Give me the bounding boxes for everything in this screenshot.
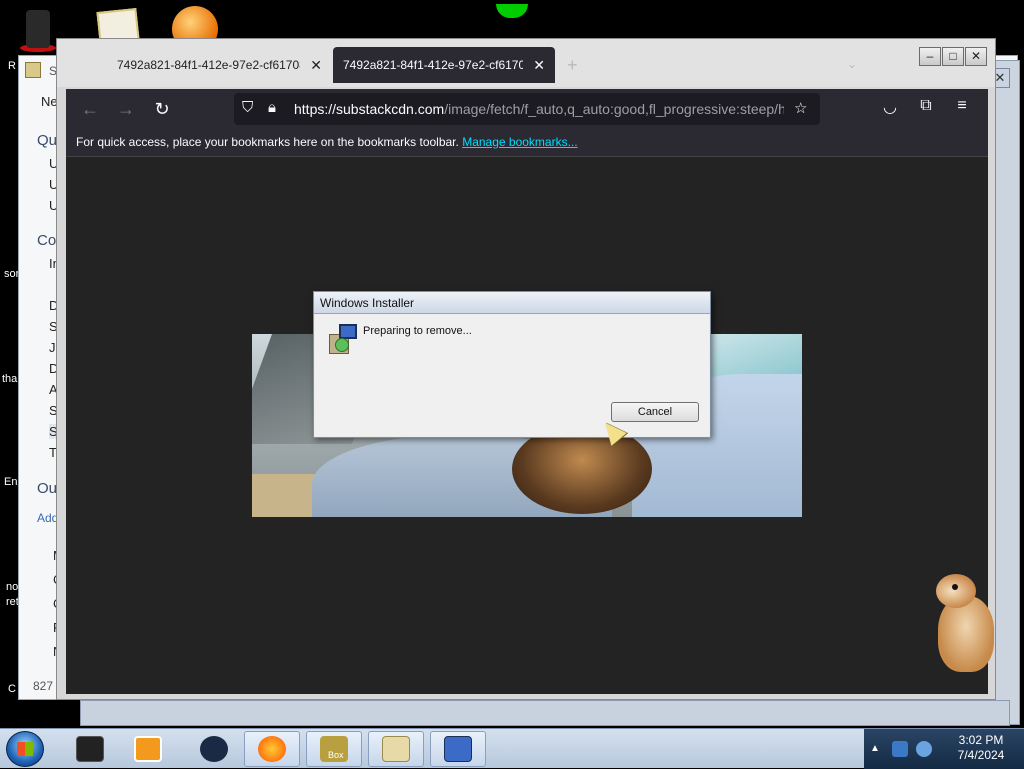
bookmarks-toolbar: For quick access, place your bookmarks h… <box>66 129 988 157</box>
desktop-label-fragment: ret <box>6 596 19 608</box>
contacts-group[interactable]: Co <box>37 232 56 249</box>
taskbar-clock[interactable]: 3:02 PM 7/4/2024 <box>942 733 1020 763</box>
desktop-label-fragment: C <box>8 683 16 695</box>
media-player-icon <box>134 736 162 762</box>
clock-time: 3:02 PM <box>958 733 1004 747</box>
minimize-button[interactable]: – <box>919 47 941 66</box>
bookmark-star-icon[interactable]: ☆ <box>794 99 807 117</box>
tab-active[interactable]: 7492a821-84f1-412e-97e2-cf6170887 ✕ <box>333 47 555 83</box>
windows-logo-icon <box>17 742 33 756</box>
url-path: /image/fetch/f_auto,q_auto:good,fl_progr… <box>444 101 784 117</box>
box-label: Box <box>328 750 344 760</box>
tab-close-icon[interactable]: ✕ <box>310 57 322 74</box>
desktop-label-fragment: no <box>6 581 19 593</box>
clock-date: 7/4/2024 <box>957 748 1005 762</box>
windows-installer-icon <box>444 736 472 762</box>
status-light-icon <box>496 4 528 18</box>
forward-arrow-icon[interactable]: → <box>114 97 138 121</box>
desktop-label-fragment: En <box>4 476 18 488</box>
url-text[interactable]: https://substackcdn.com/image/fetch/f_au… <box>294 101 784 117</box>
url-host: https://substackcdn.com <box>294 101 445 117</box>
pocket-icon[interactable]: ◡ <box>878 97 902 117</box>
bonzi-box-icon: Box <box>320 736 348 762</box>
game-controller-icon <box>200 736 228 762</box>
desktop-label-fragment: R <box>8 60 16 72</box>
cancel-button[interactable]: Cancel <box>611 402 699 422</box>
top-hat-icon[interactable] <box>20 8 56 52</box>
reload-icon[interactable]: ↻ <box>150 97 174 121</box>
dialog-message: Preparing to remove... <box>363 325 472 337</box>
hamster-buddy-icon[interactable] <box>934 574 996 674</box>
desktop-label-fragment: sor <box>4 268 20 280</box>
firefox-icon <box>258 736 286 762</box>
taskbar-item-media-player[interactable] <box>120 731 176 767</box>
manage-bookmarks-link[interactable]: Manage bookmarks... <box>462 135 577 149</box>
photo-viewer-icon <box>382 736 410 762</box>
taskbar-item-media-center[interactable] <box>62 731 118 767</box>
taskbar-item-bonzi[interactable]: Box <box>306 731 362 767</box>
taskbar-item-game[interactable] <box>186 731 242 767</box>
tab-inactive[interactable]: 7492a821-84f1-412e-97e2-cf6170887 ✕ <box>107 47 332 83</box>
new-tab-icon[interactable]: + <box>567 55 578 76</box>
tab-close-icon[interactable]: ✕ <box>533 57 545 74</box>
tab-list-chevron-icon[interactable]: ⌄ <box>847 57 857 71</box>
taskbar-item-firefox[interactable] <box>244 731 300 767</box>
installer-dialog[interactable]: Windows Installer Preparing to remove...… <box>313 291 711 438</box>
taskbar-item-installer[interactable] <box>430 731 486 767</box>
browser-titlebar[interactable]: 7492a821-84f1-412e-97e2-cf6170887 ✕ 7492… <box>57 39 995 87</box>
url-bar[interactable]: ⛉ 🔒︎ https://substackcdn.com/image/fetch… <box>234 93 820 125</box>
navigation-toolbar: ← → ↻ ⛉ 🔒︎ https://substackcdn.com/image… <box>66 89 988 129</box>
quick-access-group[interactable]: Qu <box>37 132 57 149</box>
show-hidden-icons-icon[interactable]: ▲ <box>870 743 880 754</box>
outbox-group[interactable]: Ou <box>37 480 57 497</box>
mail-app-icon <box>25 62 41 78</box>
background-window-frame-bottom <box>80 700 1010 726</box>
tab-title: 7492a821-84f1-412e-97e2-cf6170887 <box>343 58 524 72</box>
dialog-body: Preparing to remove... Cancel <box>315 315 709 436</box>
tracking-shield-icon[interactable]: ⛉ <box>242 99 253 116</box>
start-button[interactable] <box>6 731 44 767</box>
menu-hamburger-icon[interactable]: ≡ <box>950 97 974 115</box>
maximize-button[interactable]: □ <box>942 47 964 66</box>
volume-icon[interactable] <box>916 741 932 757</box>
lock-icon[interactable]: 🔒︎ <box>268 99 276 116</box>
back-arrow-icon[interactable]: ← <box>78 97 102 121</box>
dialog-title: Windows Installer <box>314 292 710 314</box>
status-bar-count: 827 <box>33 679 54 693</box>
extensions-icon[interactable]: ⧉ <box>914 97 938 115</box>
close-button[interactable]: ✕ <box>965 47 987 66</box>
taskbar: Box ▲ <box>0 728 1024 769</box>
taskbar-item-photo-viewer[interactable] <box>368 731 424 767</box>
network-icon[interactable] <box>892 741 908 757</box>
tab-title: 7492a821-84f1-412e-97e2-cf6170887 <box>117 58 301 72</box>
desktop-label-fragment: tha <box>2 373 18 385</box>
bookmarks-hint: For quick access, place your bookmarks h… <box>76 135 459 149</box>
installer-icon <box>329 324 359 354</box>
media-center-icon <box>76 736 104 762</box>
